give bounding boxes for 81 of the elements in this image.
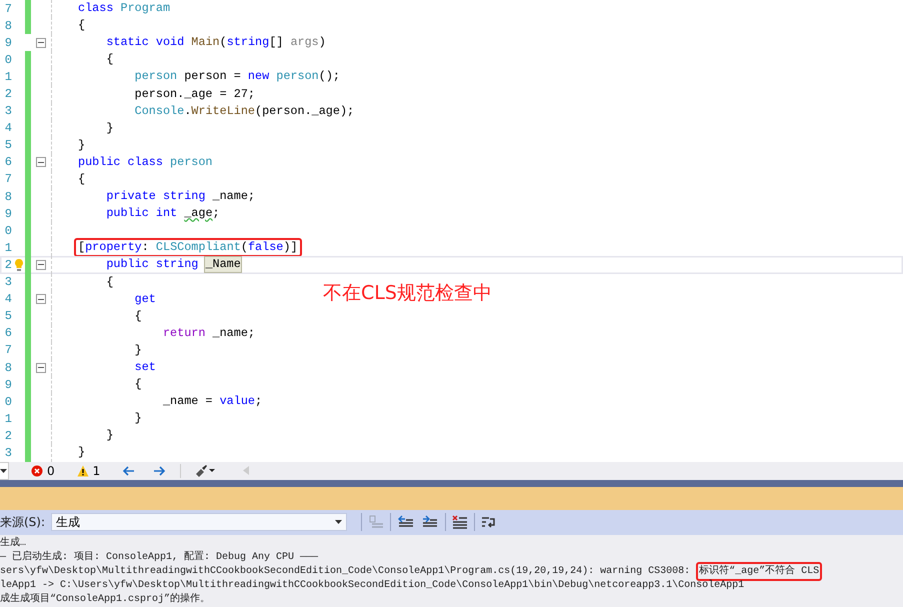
line-number: 9 bbox=[4, 378, 12, 392]
line-number: 0 bbox=[4, 394, 12, 409]
code-line: public class person bbox=[77, 154, 214, 170]
code-line: set bbox=[134, 360, 157, 376]
line-number: 4 bbox=[4, 292, 12, 306]
line-number: 5 bbox=[4, 309, 12, 324]
code-line: get bbox=[134, 292, 157, 307]
caret-icon bbox=[0, 468, 7, 473]
annotated-output-text: 标识符“_age”不符合 CLS bbox=[696, 562, 822, 581]
word-wrap-icon[interactable] bbox=[481, 515, 498, 530]
code-line: person._age = 27; bbox=[134, 86, 256, 102]
line-number: 8 bbox=[4, 190, 12, 204]
code-line: { bbox=[77, 18, 86, 34]
next-message-icon[interactable] bbox=[421, 515, 440, 530]
output-text: 成生成项目“ConsoleApp1.csproj”的操作。 bbox=[0, 594, 210, 605]
caret-icon bbox=[335, 520, 342, 524]
code-line: person person = new person(); bbox=[134, 69, 341, 84]
collapse-toggle[interactable] bbox=[36, 362, 46, 373]
code-line: } bbox=[105, 428, 114, 444]
line-number: 3 bbox=[4, 275, 12, 290]
line-number: 2 bbox=[4, 258, 12, 272]
output-source-dropdown[interactable]: 生成 bbox=[51, 513, 348, 532]
back-arrow-icon[interactable] bbox=[122, 466, 136, 476]
code-line: Console.WriteLine(person._age); bbox=[134, 104, 356, 119]
line-number: 1 bbox=[4, 240, 12, 255]
code-line: _name = value; bbox=[162, 394, 264, 410]
annotation-text: 不在CLS规范检查中 bbox=[323, 281, 492, 306]
line-number: 8 bbox=[4, 360, 12, 375]
code-line: return _name; bbox=[162, 326, 256, 341]
line-number: 6 bbox=[4, 155, 12, 170]
code-line: { bbox=[105, 274, 114, 290]
code-line: public string _Name bbox=[105, 257, 242, 272]
forward-arrow-icon[interactable] bbox=[153, 466, 166, 476]
line-number: 7 bbox=[4, 172, 12, 186]
output-text: — 已启动生成: 项目: ConsoleApp1, 配置: Debug Any CPU ——— bbox=[0, 552, 318, 563]
brush-icon[interactable] bbox=[195, 464, 216, 477]
line-number: 1 bbox=[4, 412, 12, 426]
line-number: 0 bbox=[4, 224, 12, 238]
code-line: static void Main(string[] args) bbox=[105, 35, 327, 50]
line-number: 4 bbox=[4, 121, 12, 136]
code-line: } bbox=[105, 120, 114, 136]
line-number: 9 bbox=[4, 206, 12, 221]
output-text: sers\yfw\Desktop\MultithreadingwithCCookbookSecondEdition_Code\ConsoleApp1\Program.cs(19,20,19,24): warning CS3008: bbox=[0, 566, 692, 577]
code-line: { bbox=[105, 52, 114, 68]
collapse-toggle[interactable] bbox=[36, 294, 46, 304]
code-line: } bbox=[134, 342, 143, 358]
code-line: { bbox=[77, 172, 86, 187]
line-number: 8 bbox=[4, 18, 12, 33]
zoom-dropdown[interactable] bbox=[0, 462, 9, 480]
line-number: 5 bbox=[4, 138, 12, 152]
line-number: 0 bbox=[4, 52, 12, 67]
code-line: { bbox=[134, 308, 143, 324]
collapse-toggle[interactable] bbox=[36, 260, 46, 270]
code-line: private string _name; bbox=[105, 189, 256, 204]
output-text: 生成… bbox=[0, 538, 26, 549]
output-source-label: 来源(S): bbox=[0, 514, 46, 531]
code-line: class Program bbox=[77, 1, 172, 16]
line-number: 3 bbox=[4, 104, 12, 118]
error-icon[interactable] bbox=[31, 464, 43, 477]
collapse-toggle[interactable] bbox=[36, 157, 46, 168]
line-number: 3 bbox=[4, 446, 12, 460]
code-line: public int _age; bbox=[105, 206, 221, 222]
code-line: } bbox=[77, 445, 86, 460]
line-number: 6 bbox=[4, 326, 12, 340]
line-number: 7 bbox=[4, 343, 12, 358]
warning-count: 1 bbox=[92, 464, 100, 478]
line-number: 1 bbox=[4, 70, 12, 84]
collapse-toggle[interactable] bbox=[36, 38, 46, 48]
line-number: 9 bbox=[4, 36, 12, 50]
warning-icon[interactable] bbox=[76, 464, 89, 477]
code-line: } bbox=[134, 411, 143, 426]
lightbulb-icon[interactable] bbox=[14, 258, 24, 272]
output-text: leApp1 -> C:\Users\yfw\Desktop\MultithreadingwithCCookbookSecondEdition_Code\ConsoleApp1\bin\Debug\netcoreapp3.1\ConsoleApp1 bbox=[0, 580, 744, 591]
clear-all-icon[interactable] bbox=[452, 515, 468, 530]
line-number: 2 bbox=[4, 87, 12, 102]
error-count: 0 bbox=[47, 464, 55, 478]
code-line: { bbox=[134, 377, 143, 392]
code-line: } bbox=[77, 138, 86, 153]
line-number: 2 bbox=[4, 428, 12, 443]
line-number: 7 bbox=[4, 2, 12, 16]
previous-message-icon[interactable] bbox=[397, 515, 416, 530]
